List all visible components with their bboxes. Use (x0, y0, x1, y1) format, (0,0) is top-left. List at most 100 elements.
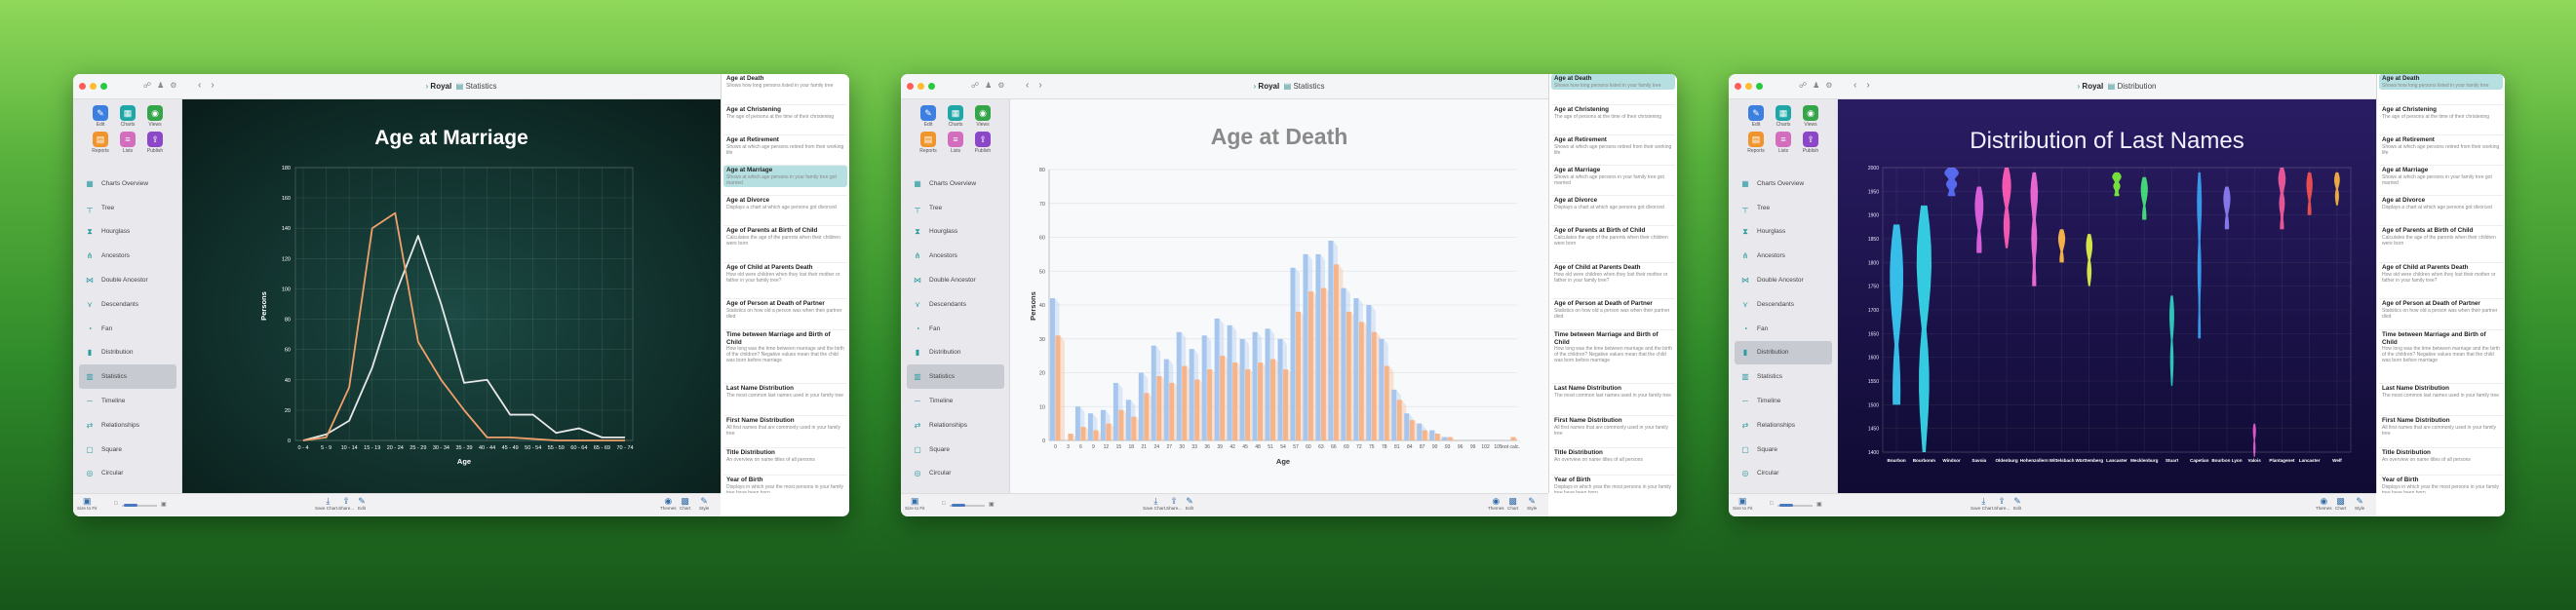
statistic-option[interactable]: Age of Person at Death of Partner Statist… (1551, 298, 1675, 321)
sidebar-item-square[interactable]: ▢ Square (1735, 438, 1832, 462)
statistic-option[interactable]: Title Distribution An overview on name ti… (2379, 447, 2503, 464)
bar[interactable] (1151, 345, 1156, 440)
tool-edit-button[interactable]: ✎ Edit (915, 105, 942, 128)
sidebar-item-square[interactable]: ▢ Square (79, 438, 176, 462)
sidebar-item-relationships[interactable]: ⇄ Relationships (1735, 413, 1832, 438)
sidebar-item-statistics[interactable]: ▥ Statistics (79, 364, 176, 390)
bar[interactable] (1303, 253, 1308, 440)
tool-views-button[interactable]: ◉ Views (969, 105, 996, 128)
tool-views-button[interactable]: ◉ Views (1797, 105, 1824, 128)
zoom-out-icon[interactable]: □ (1770, 501, 1774, 507)
sidebar-item-fan[interactable]: ◔ Fan (1735, 317, 1832, 341)
sidebar-item-ancestors[interactable]: ⋔ Ancestors (79, 244, 176, 268)
bar[interactable] (1138, 372, 1144, 441)
bar[interactable] (1346, 311, 1351, 440)
bar[interactable] (1371, 331, 1377, 440)
bar[interactable] (1308, 291, 1313, 440)
bar[interactable] (1125, 400, 1131, 440)
zoom-slider-knob[interactable] (952, 504, 965, 507)
sidebar-item-distribution[interactable]: ▮ Distribution (1735, 340, 1832, 365)
sidebar-item-hourglass[interactable]: ⧗ Hourglass (1735, 220, 1832, 245)
chart-button[interactable]: ▩ Chart (680, 496, 690, 511)
zoom-slider-knob[interactable] (124, 504, 137, 507)
sidebar-item-timeline[interactable]: ─ Timeline (907, 389, 1004, 413)
bar[interactable] (1384, 365, 1389, 440)
bar[interactable] (1050, 298, 1055, 440)
sidebar-item-fan[interactable]: ◔ Fan (907, 317, 1004, 341)
zoom-slider[interactable]: □ ▣ (942, 501, 1000, 509)
bar[interactable] (1131, 416, 1137, 440)
chart-button[interactable]: ▩ Chart (1507, 496, 1518, 511)
database-title[interactable]: Royal (430, 82, 451, 91)
bar[interactable] (1100, 409, 1106, 440)
statistic-option[interactable]: Age at Retirement Shows at which age pers… (723, 134, 847, 157)
bar[interactable] (1404, 413, 1410, 440)
bar[interactable] (1220, 356, 1226, 440)
sidebar-item-square[interactable]: ▢ Square (907, 438, 1004, 462)
bar[interactable] (1283, 369, 1288, 440)
tool-publish-button[interactable]: ⇪ Publish (969, 132, 996, 154)
database-title[interactable]: Royal (2082, 82, 2103, 91)
statistic-option[interactable]: Age at Death Shows how long persons liste… (1551, 74, 1675, 90)
bar[interactable] (1417, 423, 1423, 440)
sidebar-item-circular[interactable]: ◎ Circular (907, 462, 1004, 486)
sidebar-item-charts-overview[interactable]: ▦ Charts Overview (1735, 172, 1832, 196)
sidebar-item-descendants[interactable]: ⋎ Descendants (79, 292, 176, 317)
bar[interactable] (1163, 359, 1169, 440)
statistic-option[interactable]: Age at Marriage Shows at which age person… (2379, 165, 2503, 187)
statistic-option[interactable]: Age at Christening The age of persons at … (1551, 104, 1675, 121)
style-button[interactable]: ✎ Style (699, 496, 709, 511)
bar[interactable] (1353, 298, 1359, 440)
bar[interactable] (1068, 434, 1073, 440)
themes-button[interactable]: ◉ Themes (2316, 496, 2332, 511)
bar[interactable] (1201, 335, 1207, 440)
statistic-option[interactable]: Age at Retirement Shows at which age pers… (1551, 134, 1675, 157)
statistic-option[interactable]: Time between Marriage and Birth of Child… (1551, 329, 1675, 364)
bar[interactable] (1315, 253, 1321, 440)
bar[interactable] (1320, 287, 1326, 440)
bar[interactable] (1328, 240, 1334, 440)
tool-charts-button[interactable]: ▦ Charts (1770, 105, 1797, 128)
tool-views-button[interactable]: ◉ Views (141, 105, 169, 128)
edit-button[interactable]: ✎ Edit (358, 496, 366, 511)
zoom-slider[interactable]: □ ▣ (1770, 501, 1828, 509)
sidebar-item-circular[interactable]: ◎ Circular (79, 462, 176, 486)
size-to-fit-button[interactable]: ▣ Size to Fit (905, 496, 924, 511)
sidebar-item-fan[interactable]: ◔ Fan (79, 317, 176, 341)
sidebar-item-ancestors[interactable]: ⋔ Ancestors (1735, 244, 1832, 268)
zoom-in-icon[interactable]: ▣ (1816, 501, 1822, 508)
style-button[interactable]: ✎ Style (2355, 496, 2364, 511)
view-title[interactable]: Statistics (465, 82, 496, 91)
statistic-option[interactable]: Title Distribution An overview on name ti… (723, 447, 847, 464)
bar[interactable] (1087, 413, 1093, 440)
edit-button[interactable]: ✎ Edit (2013, 496, 2021, 511)
statistic-option[interactable]: Last Name Distribution The most common la… (2379, 383, 2503, 400)
tool-publish-button[interactable]: ⇪ Publish (141, 132, 169, 154)
bar[interactable] (1333, 264, 1339, 440)
bar[interactable] (1194, 379, 1200, 440)
tool-charts-button[interactable]: ▦ Charts (114, 105, 141, 128)
sidebar-item-tree[interactable]: ┬ Tree (907, 196, 1004, 220)
tool-reports-button[interactable]: ▤ Reports (915, 132, 942, 154)
sidebar-item-distribution[interactable]: ▮ Distribution (79, 341, 176, 365)
statistic-option[interactable]: Title Distribution An overview on name ti… (1551, 447, 1675, 464)
sidebar-item-statistics[interactable]: ▥ Statistics (907, 364, 1004, 390)
statistic-option[interactable]: First Name Distribution All first names t… (2379, 415, 2503, 438)
statistic-option[interactable]: Age at Divorce Displays a chart at which … (1551, 195, 1675, 211)
bar[interactable] (1144, 393, 1150, 440)
statistic-option[interactable]: Age at Divorce Displays a chart at which … (2379, 195, 2503, 211)
bar[interactable] (1265, 328, 1270, 440)
bar[interactable] (1391, 389, 1397, 440)
bar[interactable] (1189, 349, 1194, 440)
bar[interactable] (1232, 362, 1238, 440)
bar[interactable] (1510, 437, 1516, 440)
save-chart-button[interactable]: ⤓ Save Chart... (1143, 496, 1169, 511)
bar[interactable] (1093, 430, 1099, 440)
zoom-out-icon[interactable]: □ (942, 501, 946, 507)
sidebar-item-descendants[interactable]: ⋎ Descendants (1735, 292, 1832, 317)
bar[interactable] (1358, 322, 1364, 440)
bar[interactable] (1055, 335, 1061, 440)
style-button[interactable]: ✎ Style (1527, 496, 1537, 511)
bar[interactable] (1396, 400, 1402, 440)
bar[interactable] (1442, 437, 1448, 440)
